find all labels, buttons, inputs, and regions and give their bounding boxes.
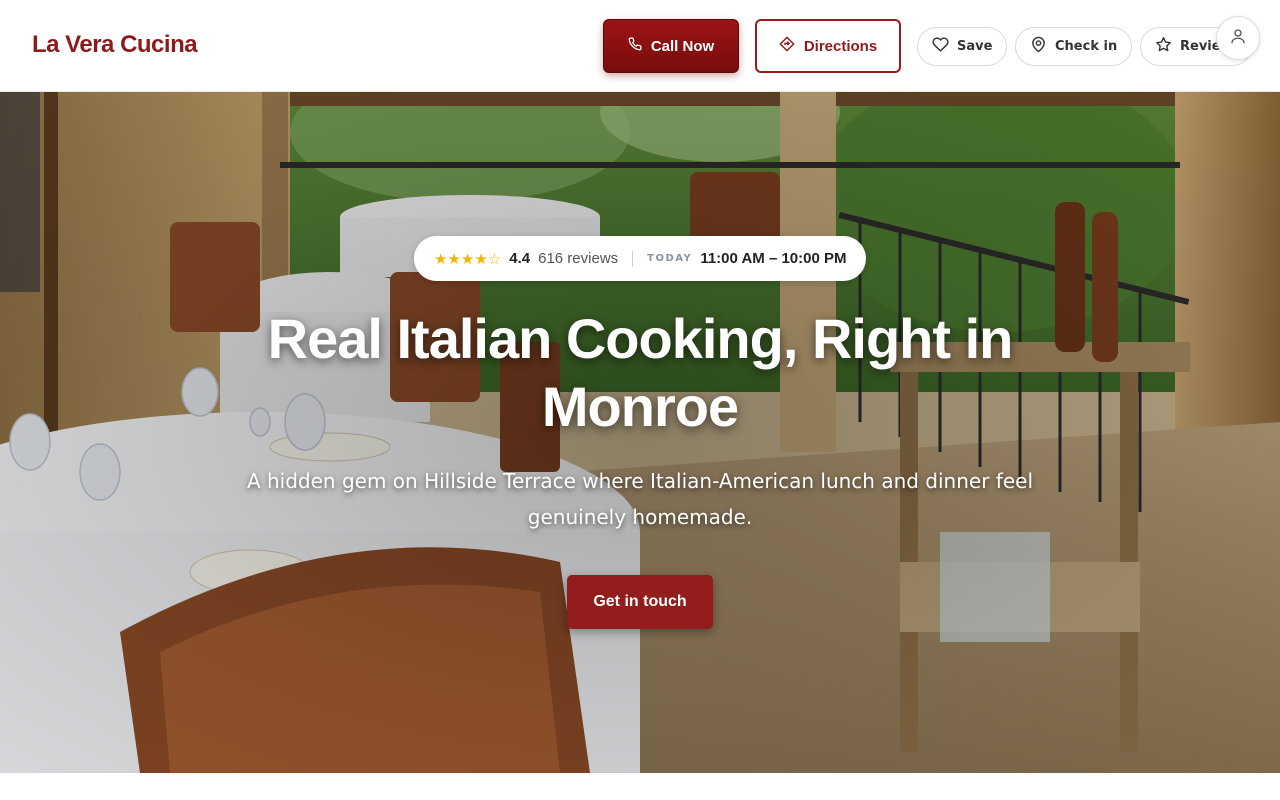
heart-icon	[932, 36, 949, 57]
check-in-button[interactable]: Check in	[1015, 27, 1132, 66]
rating-value: 4.4	[509, 250, 531, 267]
call-now-label: Call Now	[650, 37, 715, 55]
user-avatar-button[interactable]	[1216, 16, 1260, 60]
call-now-button[interactable]: Call Now	[603, 19, 739, 73]
phone-icon	[628, 37, 642, 55]
user-icon	[1229, 27, 1247, 50]
top-navigation-bar: La Vera Cucina Call Now Directions Save	[0, 0, 1280, 92]
rating-stars: ★★★★☆	[434, 249, 502, 268]
map-pin-icon	[1030, 36, 1047, 57]
directions-icon	[779, 36, 795, 56]
today-label: TODAY	[647, 253, 693, 264]
star-icon	[1155, 36, 1172, 57]
directions-label: Directions	[803, 37, 878, 55]
opening-hours: 11:00 AM – 10:00 PM	[700, 250, 847, 267]
directions-button[interactable]: Directions	[755, 19, 901, 73]
badge-divider	[632, 250, 634, 267]
hero-subheadline: A hidden gem on Hillside Terrace where I…	[246, 469, 1034, 529]
get-in-touch-button[interactable]: Get in touch	[567, 575, 713, 629]
save-label: Save	[957, 39, 993, 54]
hero-headline: Real Italian Cooking, Right in Monroe	[267, 307, 1014, 438]
brand-name[interactable]: La Vera Cucina	[32, 31, 198, 59]
check-in-label: Check in	[1055, 39, 1118, 54]
save-button[interactable]: Save	[917, 27, 1007, 66]
rating-hours-badge: ★★★★☆ 4.4 616 reviews TODAY 11:00 AM – 1…	[414, 236, 866, 281]
reviews-link[interactable]: 616 reviews	[538, 250, 618, 267]
